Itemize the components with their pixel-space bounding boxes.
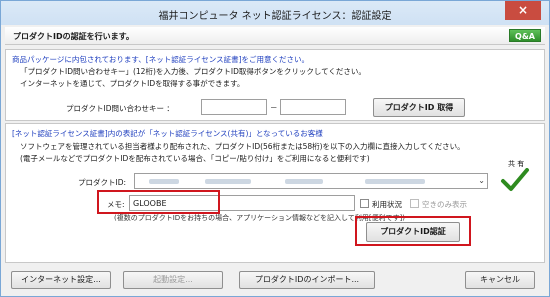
footer-bar: インターネット設定... 起動設定... プロダクトIDのインポート... キャ… <box>5 267 545 295</box>
free-only-checkbox[interactable] <box>410 199 419 208</box>
section1-line1: 「プロダクトID問い合わせキー」(12桁)を入力後、プロダクトID取得ボタンをク… <box>20 67 366 76</box>
section1-line2: インターネットを通じて、プロダクトIDを取得する事ができます。 <box>20 79 245 88</box>
inquiry-key-label: プロダクトID問い合わせキー ： <box>66 104 174 113</box>
auth-highlight-box <box>355 216 471 246</box>
usage-checkbox[interactable] <box>360 199 369 208</box>
window-title: 福井コンピュータ ネット認証ライセンス：認証設定 <box>158 11 392 22</box>
masked-text <box>285 179 323 184</box>
close-button[interactable]: × <box>505 1 541 20</box>
memo-highlight-box <box>97 190 220 214</box>
inquiry-key-field-1[interactable] <box>201 99 267 115</box>
header-text: プロダクトIDの認証を行います。 <box>13 32 134 41</box>
title-bar: 福井コンピュータ ネット認証ライセンス：認証設定 × <box>1 1 549 25</box>
section2-line2: (電子メールなどでプロダクトIDを配布されている場合、「コピー/貼り付け」をご利… <box>20 154 370 163</box>
qa-button[interactable]: Q&A <box>509 29 541 42</box>
section2-line1: ソフトウェアを管理されている担当者様より配布された、プロダクトID(56桁または… <box>20 142 465 151</box>
cancel-button[interactable]: キャンセル <box>465 271 535 289</box>
masked-text <box>365 179 425 184</box>
usage-checkbox-label: 利用状況 <box>372 200 402 209</box>
section2-heading: [ネット認証ライセンス証書]内の表記が「ネット認証ライセンス(共有)」となってい… <box>12 129 323 138</box>
check-mark-icon <box>501 168 529 191</box>
import-product-id-button[interactable]: プロダクトIDのインポート... <box>239 271 375 289</box>
header-bar: プロダクトIDの認証を行います。 Q&A <box>5 27 545 45</box>
chevron-down-icon[interactable]: ⌄ <box>478 176 485 185</box>
close-icon: × <box>517 3 529 17</box>
inquiry-key-field-2[interactable] <box>280 99 346 115</box>
inquiry-separator: － <box>270 103 278 112</box>
product-id-field[interactable]: ⌄ <box>134 173 488 189</box>
product-id-label: プロダクトID: <box>78 178 127 187</box>
section1-heading: 商品パッケージに内包されております、[ネット認証ライセンス証書]をご用意ください… <box>12 55 309 64</box>
dialog-window: 福井コンピュータ ネット認証ライセンス：認証設定 × プロダクトIDの認証を行い… <box>0 0 550 297</box>
masked-text <box>149 179 179 184</box>
masked-text <box>205 179 251 184</box>
section-get-product-id: 商品パッケージに内包されております、[ネット認証ライセンス証書]をご用意ください… <box>5 49 545 121</box>
startup-settings-button[interactable]: 起動設定... <box>123 271 223 289</box>
section-shared-license: [ネット認証ライセンス証書]内の表記が「ネット認証ライセンス(共有)」となってい… <box>5 123 545 263</box>
internet-settings-button[interactable]: インターネット設定... <box>11 271 111 289</box>
get-product-id-button[interactable]: プロダクトID 取得 <box>373 98 465 117</box>
free-only-checkbox-label: 空きのみ表示 <box>422 200 467 209</box>
